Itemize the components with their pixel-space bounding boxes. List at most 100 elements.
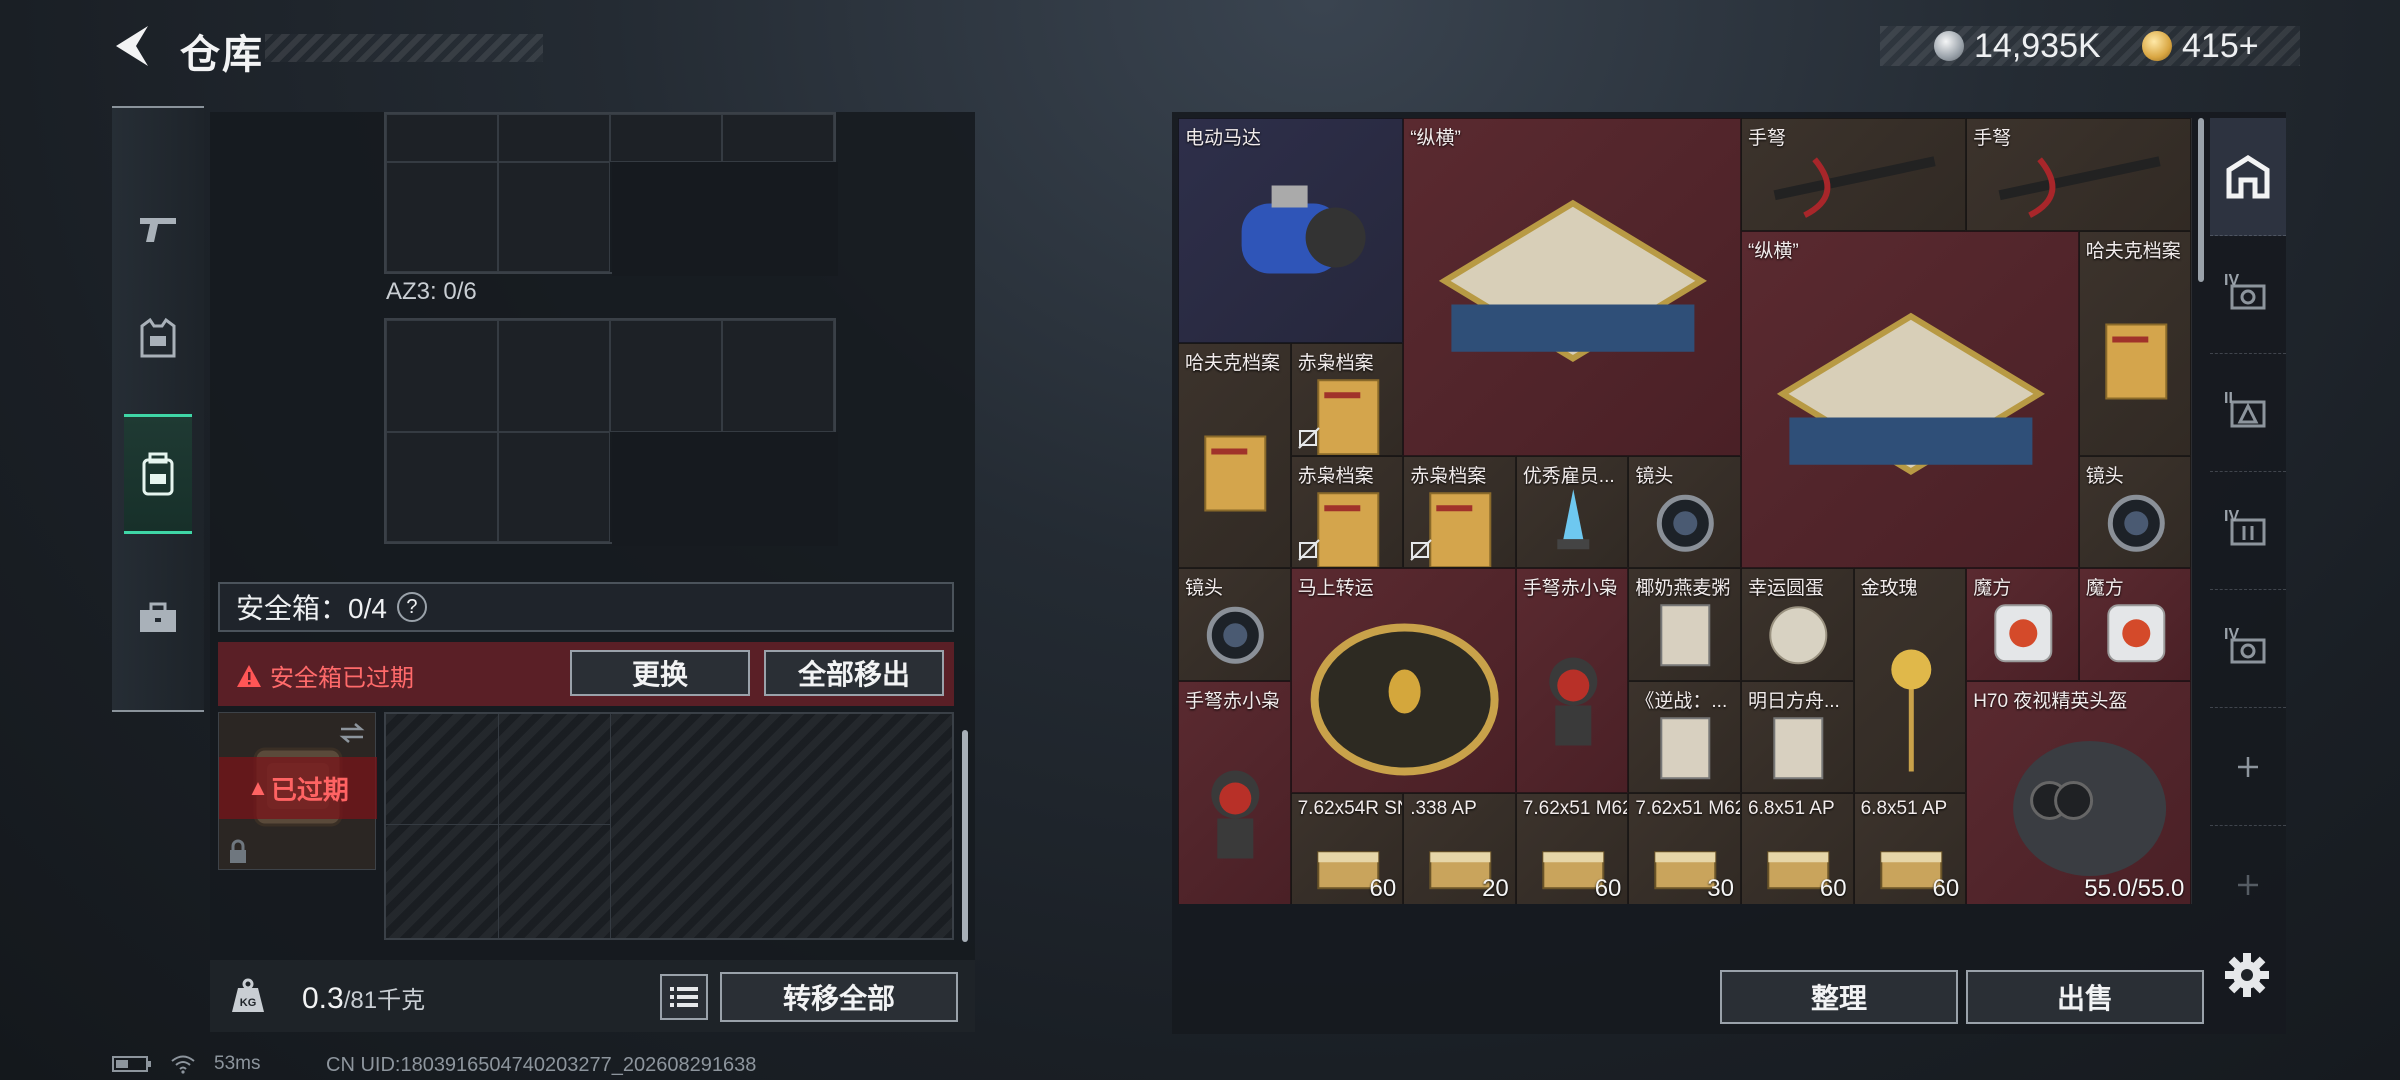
expired-warning: 安全箱已过期 bbox=[236, 658, 414, 693]
safebox-slot[interactable]: ▲ 已过期 bbox=[218, 712, 377, 870]
fortune-wheel-icon bbox=[1292, 569, 1515, 792]
grid-cell[interactable] bbox=[386, 114, 498, 162]
item-name: 7.62x51 M62 bbox=[1522, 798, 1629, 819]
grid-cell[interactable] bbox=[722, 320, 834, 432]
storage-item-ammo-762x54r[interactable]: 7.62x54R SNB 60 bbox=[1290, 793, 1404, 904]
storage-item-crossbow-owl-figure[interactable]: 手弩赤小枭 bbox=[1178, 680, 1291, 905]
silver-amount: 14,935K bbox=[1974, 26, 2101, 65]
storage-item-employee-trophy[interactable]: 优秀雇员... bbox=[1515, 455, 1629, 568]
storage-item-zongheng-chess[interactable]: “纵横” bbox=[1741, 230, 2079, 568]
storage-item-golden-rose[interactable]: 金玫瑰 bbox=[1853, 568, 1967, 793]
item-name: 镜头 bbox=[1185, 578, 1224, 599]
crossbow-owl-figure-icon bbox=[1179, 682, 1290, 905]
storage-item-cube[interactable]: 魔方 bbox=[2078, 568, 2192, 681]
storage-item-haffk-file[interactable]: 哈夫克档案 bbox=[2078, 230, 2192, 456]
storage-tab-4[interactable]: IV bbox=[2210, 472, 2286, 590]
gold-coin-icon bbox=[2142, 31, 2172, 61]
weight-max: /81千克 bbox=[343, 987, 426, 1014]
grid-cell[interactable] bbox=[386, 320, 498, 432]
tab-level: II bbox=[2224, 390, 2233, 407]
left-scrollbar[interactable] bbox=[962, 730, 968, 942]
grid-cell[interactable] bbox=[386, 432, 498, 542]
storage-grid: 电动马达 “纵横” 手弩 手弩 “纵横” 哈夫克档案 哈夫克档案 赤枭档案 赤枭档案 赤枭档案 优秀… bbox=[1178, 118, 2192, 904]
item-name: 幸运圆蛋 bbox=[1748, 578, 1825, 599]
grid-cell[interactable] bbox=[610, 320, 722, 432]
add-storage-tab[interactable] bbox=[2210, 708, 2286, 826]
storage-item-ammo-68x51[interactable]: 6.8x51 AP 60 bbox=[1741, 793, 1854, 904]
add-storage-tab[interactable] bbox=[2210, 826, 2286, 944]
item-name: 金玫瑰 bbox=[1860, 578, 1918, 599]
night-vision-helmet-icon bbox=[1967, 682, 2190, 905]
storage-item-ammo-68x51[interactable]: 6.8x51 AP 60 bbox=[1853, 793, 1967, 904]
storage-item-arknights-disc[interactable]: 明日方舟... bbox=[1741, 680, 1854, 793]
sell-button[interactable]: 出售 bbox=[1966, 970, 2204, 1024]
backpack-icon bbox=[142, 452, 174, 496]
nav-weapons[interactable] bbox=[124, 168, 192, 288]
golden-rose-icon bbox=[1855, 569, 1966, 792]
item-name: 7.62x51 M62 bbox=[1635, 798, 1741, 819]
grid-cell[interactable] bbox=[498, 432, 610, 542]
back-button[interactable] bbox=[108, 22, 156, 70]
safebox-header: 安全箱：0/4 ? bbox=[218, 582, 954, 632]
nav-armor[interactable] bbox=[124, 278, 192, 398]
item-name: 6.8x51 AP bbox=[1860, 798, 1948, 819]
item-count: 60 bbox=[1594, 874, 1622, 902]
plus-icon bbox=[2238, 875, 2258, 895]
title-decoration bbox=[265, 34, 543, 62]
storage-item-crossbow[interactable]: 手弩 bbox=[1966, 118, 2192, 231]
storage-item-camera-lens[interactable]: 镜头 bbox=[2078, 455, 2192, 568]
gold-currency[interactable]: 415+ bbox=[2142, 26, 2259, 66]
replace-button[interactable]: 更换 bbox=[570, 650, 750, 696]
grid-cell[interactable] bbox=[386, 162, 498, 272]
storage-item-night-vision-helmet[interactable]: H70 夜视精英头盔 55.0/55.0 bbox=[1966, 680, 2192, 905]
storage-item-camera-lens[interactable]: 镜头 bbox=[1178, 568, 1291, 681]
item-name: 马上转运 bbox=[1297, 578, 1374, 599]
pyramid-icon bbox=[2230, 400, 2266, 427]
item-name: 魔方 bbox=[1973, 578, 2012, 599]
storage-item-chixiao-file[interactable]: 赤枭档案 bbox=[1403, 455, 1516, 568]
storage-item-crossbow[interactable]: 手弩 bbox=[1741, 118, 1967, 231]
item-count: 60 bbox=[1369, 874, 1397, 902]
wifi-icon bbox=[171, 1055, 195, 1074]
grid-cell[interactable] bbox=[498, 162, 610, 272]
storage-item-chixiao-file[interactable]: 赤枭档案 bbox=[1290, 455, 1404, 568]
remove-all-button[interactable]: 全部移出 bbox=[764, 650, 944, 696]
grid-cell[interactable] bbox=[722, 114, 834, 162]
grid-cell[interactable] bbox=[498, 114, 610, 162]
storage-item-electric-motor[interactable]: 电动马达 bbox=[1178, 118, 1404, 343]
storage-item-ammo-338-ap[interactable]: .338 AP 20 bbox=[1403, 793, 1516, 904]
help-button[interactable]: ? bbox=[396, 592, 427, 622]
storage-tab-2[interactable]: IV bbox=[2210, 236, 2286, 354]
storage-item-game-card[interactable]: 《逆战：... bbox=[1628, 680, 1741, 793]
safebox-grid[interactable] bbox=[384, 712, 954, 940]
warning-icon bbox=[237, 664, 261, 687]
storage-scrollbar[interactable] bbox=[2198, 118, 2204, 282]
storage-tab-home[interactable] bbox=[2210, 118, 2286, 236]
expired-banner: 安全箱已过期 更换 全部移出 bbox=[218, 642, 954, 706]
swap-icon[interactable] bbox=[337, 721, 367, 745]
nav-backpack[interactable] bbox=[124, 414, 192, 534]
grid-cell[interactable] bbox=[498, 320, 610, 432]
transfer-all-button[interactable]: 转移全部 bbox=[720, 972, 958, 1022]
organize-button[interactable]: 整理 bbox=[1720, 970, 1958, 1024]
storage-item-crossbow-owl-figure[interactable]: 手弩赤小枭 bbox=[1515, 568, 1629, 793]
storage-item-chixiao-file[interactable]: 赤枭档案 bbox=[1290, 343, 1404, 456]
storage-item-haffk-file[interactable]: 哈夫克档案 bbox=[1178, 343, 1291, 568]
status-bar: 53ms bbox=[112, 1052, 260, 1076]
tab-level: IV bbox=[2224, 272, 2240, 289]
storage-item-ammo-762x51[interactable]: 7.62x51 M62 60 bbox=[1515, 793, 1629, 904]
storage-tab-3[interactable]: II bbox=[2210, 354, 2286, 472]
storage-item-fortune-wheel[interactable]: 马上转运 bbox=[1290, 568, 1516, 793]
storage-item-cube[interactable]: 魔方 bbox=[1966, 568, 2079, 681]
storage-item-camera-lens[interactable]: 镜头 bbox=[1628, 455, 1741, 568]
grid-cell[interactable] bbox=[610, 114, 722, 162]
storage-tab-5[interactable]: IV bbox=[2210, 590, 2286, 708]
item-name: 电动马达 bbox=[1185, 128, 1262, 149]
settings-button[interactable] bbox=[2222, 950, 2272, 1000]
storage-item-ammo-762x51[interactable]: 7.62x51 M62 30 bbox=[1628, 793, 1741, 904]
list-view-button[interactable] bbox=[660, 974, 708, 1020]
nav-case[interactable] bbox=[124, 558, 192, 678]
storage-item-oat-porridge[interactable]: 椰奶燕麦粥 bbox=[1628, 568, 1741, 681]
storage-item-zongheng-chess[interactable]: “纵横” bbox=[1403, 118, 1741, 456]
storage-item-lucky-egg[interactable]: 幸运圆蛋 bbox=[1741, 568, 1854, 681]
